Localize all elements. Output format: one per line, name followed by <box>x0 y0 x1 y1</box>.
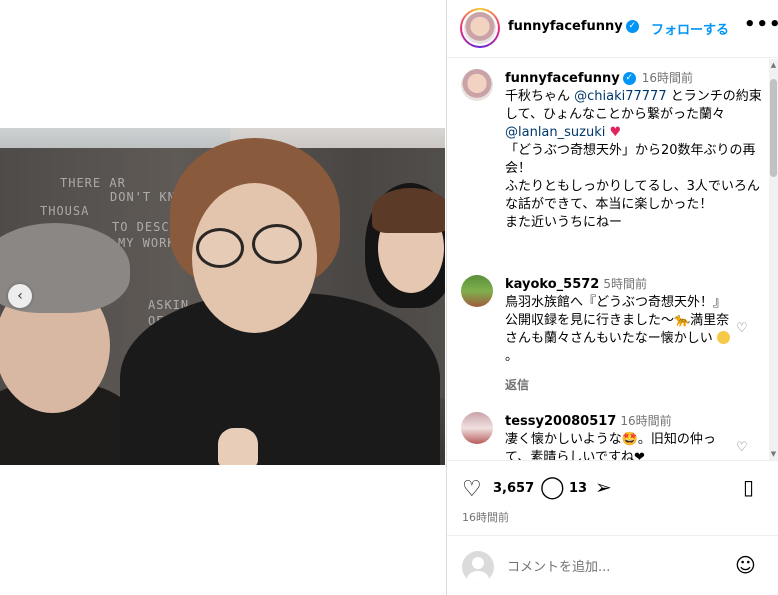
caption-text: 千秋ちゃん <box>505 89 575 104</box>
heart-icon[interactable]: ♡ <box>462 477 482 502</box>
more-icon[interactable]: ••• <box>744 14 778 35</box>
heart-icon[interactable]: ♡ <box>736 440 748 455</box>
comment-count[interactable]: 13 <box>569 481 587 496</box>
caption-text: 「どうぶつ奇想天外」から20数年ぶりの再会！ ふたりともしっかりしてるし、3人で… <box>505 143 760 230</box>
glasses-lens-right <box>252 224 302 264</box>
post-header: funnyfacefunny ✓ フォローする ••• <box>447 0 778 58</box>
wall-text: MY WORK <box>118 236 176 250</box>
emoji-icon[interactable]: ☺ <box>735 553 756 577</box>
verified-icon: ✓ <box>622 72 636 85</box>
glasses-lens-left <box>196 228 244 268</box>
comments-scroll-area[interactable]: funnyfacefunny ✓ 16時間前 千秋ちゃん @chiaki77777 … <box>447 59 778 460</box>
scroll-up-icon[interactable]: ▲ <box>769 61 778 69</box>
comment-time: 16時間前 <box>620 414 672 428</box>
avatar[interactable] <box>464 12 496 44</box>
scroll-down-icon[interactable]: ▼ <box>769 450 778 458</box>
post-photo[interactable]: THERE AR DON'T KNOW THOUSA TO DESCRIBE M… <box>0 128 445 465</box>
post-timestamp[interactable]: 16時間前 <box>462 509 509 525</box>
caption-time[interactable]: 16時間前 <box>642 71 693 85</box>
like-count[interactable]: 3,657 <box>493 481 534 496</box>
verified-icon: ✓ <box>625 20 639 33</box>
post-username[interactable]: funnyfacefunny ✓ <box>508 19 639 34</box>
heart-emoji: ♥ <box>609 125 622 140</box>
mention-link[interactable]: @lanlan_suzuki <box>505 125 605 140</box>
post-side-panel: funnyfacefunny ✓ フォローする ••• funnyfacefunn… <box>446 0 778 595</box>
reply-button[interactable]: 返信 <box>505 378 529 392</box>
add-comment-bar: コメントを追加... ☺ <box>447 535 778 595</box>
follow-button[interactable]: フォローする <box>651 19 729 38</box>
smile-emoji <box>716 331 730 344</box>
media-pane: THERE AR DON'T KNOW THOUSA TO DESCRIBE M… <box>0 0 445 595</box>
caption-body: funnyfacefunny ✓ 16時間前 千秋ちゃん @chiaki77777 … <box>505 69 767 232</box>
comment-body: kayoko_5572 5時間前 鳥羽水族館へ『どうぶつ奇想天外！』公開収録を見に… <box>505 277 730 392</box>
action-bar: ♡ 3,657 ◯ 13 ➢ ▯ 16時間前 <box>447 460 778 530</box>
person-right-hair <box>372 188 445 233</box>
comment-text: 凄く懐かしいような🤩。旧知の仲って、素晴らしいですね❤ <box>505 432 716 460</box>
comment-icon[interactable]: ◯ <box>540 475 565 500</box>
comment-username[interactable]: kayoko_5572 <box>505 277 599 292</box>
avatar <box>462 551 494 583</box>
caption-username[interactable]: funnyfacefunny <box>505 71 620 86</box>
chevron-left-icon[interactable]: ‹ <box>8 284 32 308</box>
bookmark-icon[interactable]: ▯ <box>743 475 754 499</box>
comment-body: tessy20080517 16時間前 凄く懐かしいような🤩。旧知の仲って、素晴ら… <box>505 412 731 460</box>
username-text[interactable]: funnyfacefunny <box>508 19 623 34</box>
comment-text: 鳥羽水族館へ『どうぶつ奇想天外！』公開収録を見に行きました〜🐆満里奈さんも蘭々さ… <box>505 295 730 346</box>
comment-username[interactable]: tessy20080517 <box>505 414 616 429</box>
comment-input[interactable]: コメントを追加... <box>507 556 610 575</box>
wall-text: THOUSA <box>40 204 90 218</box>
avatar[interactable] <box>461 412 493 444</box>
comment-time: 5時間前 <box>603 277 647 291</box>
share-icon[interactable]: ➢ <box>595 475 612 499</box>
mention-link[interactable]: @chiaki77777 <box>574 89 666 104</box>
heart-icon[interactable]: ♡ <box>736 321 748 336</box>
avatar[interactable] <box>461 69 493 101</box>
scrollbar[interactable]: ▲ ▼ <box>769 59 778 460</box>
scrollbar-thumb[interactable] <box>770 79 777 177</box>
wall-text: THERE AR <box>60 176 126 190</box>
avatar[interactable] <box>461 275 493 307</box>
story-ring[interactable] <box>460 8 500 48</box>
peace-sign-hand <box>218 428 258 465</box>
